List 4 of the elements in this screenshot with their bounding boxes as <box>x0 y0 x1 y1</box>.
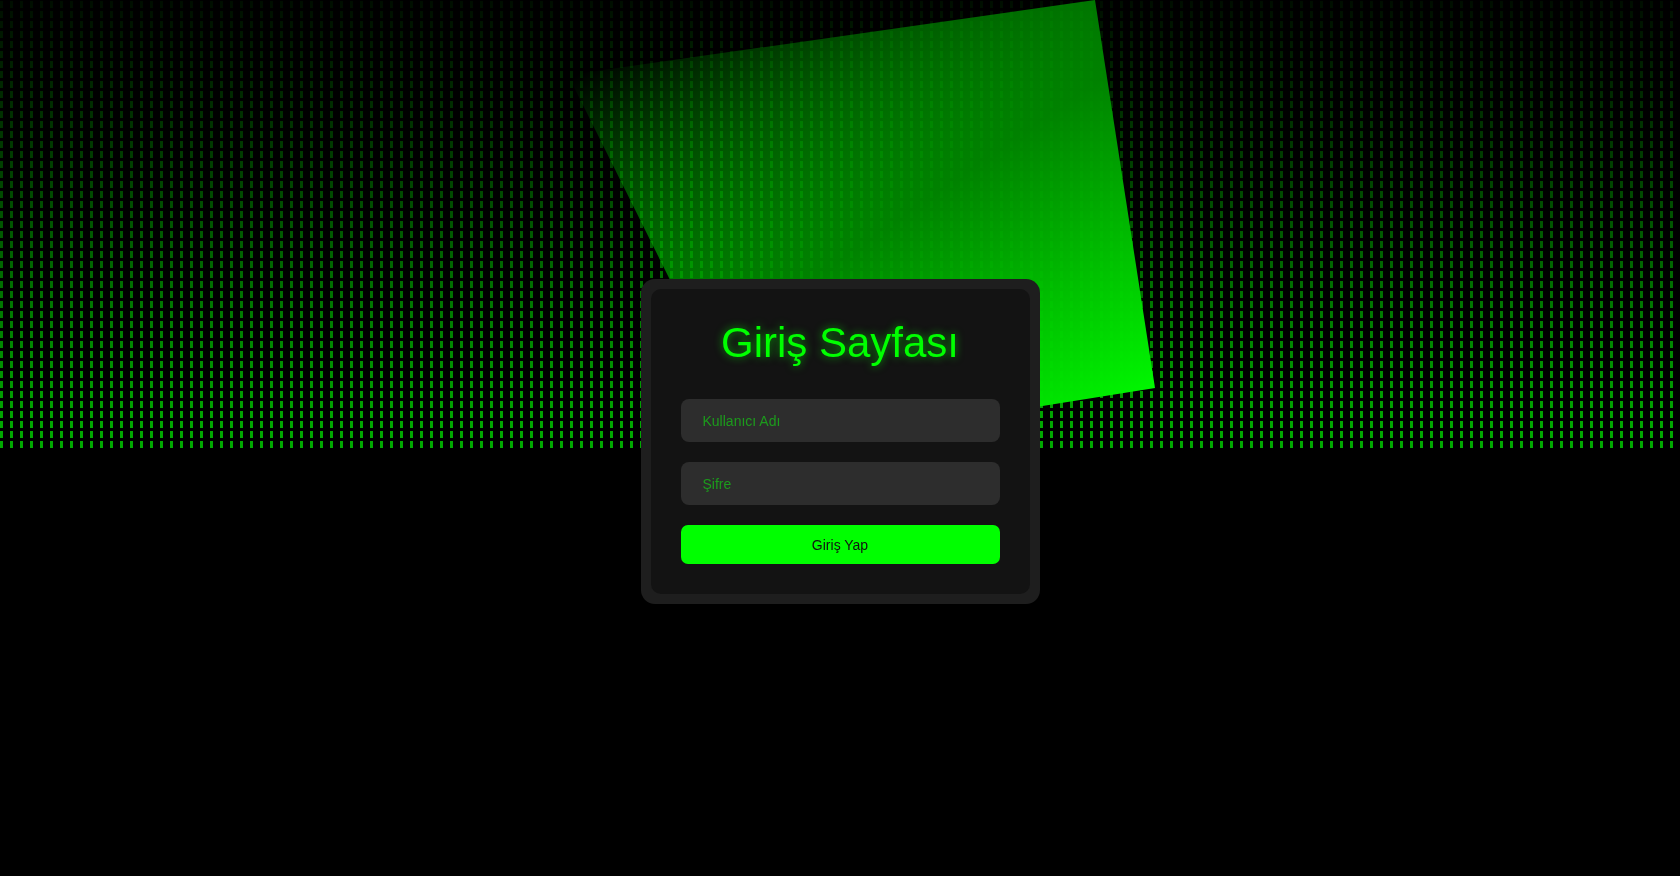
login-button[interactable]: Giriş Yap <box>680 525 1000 564</box>
page-title: Giriş Sayfası <box>719 319 961 367</box>
input-field[interactable]: Şifre <box>680 462 1000 505</box>
input-field[interactable]: Kullanıcı Adı <box>680 399 1000 442</box>
